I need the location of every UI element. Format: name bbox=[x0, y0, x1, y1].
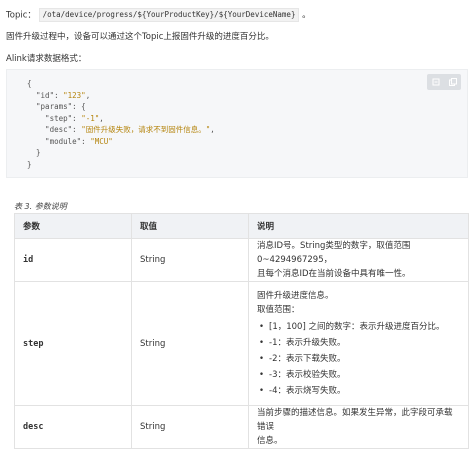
description-line: 且每个消息ID在当前设备中具有唯一性。 bbox=[257, 269, 411, 279]
code-line: "params": { bbox=[27, 101, 215, 113]
value-list: [1，100] 之间的数字：表示升级进度百分比。-1：表示升级失败。-2：表示下… bbox=[257, 319, 460, 399]
format-label: Alink请求数据格式： bbox=[6, 54, 87, 64]
code-punct: , bbox=[99, 113, 104, 123]
code-punct: , bbox=[210, 125, 215, 134]
code-line: "id": "123", bbox=[27, 90, 215, 102]
code-line: } bbox=[27, 147, 215, 159]
table-row: stepString 固件升级进度信息。取值范围： [1，100] 之间的数字：表示… bbox=[14, 281, 469, 406]
list-item: -1：表示升级失败。 bbox=[257, 335, 460, 351]
topic-description: 固件升级过程中，设备可以通过这个Topic上报固件升级的进度百分比。 bbox=[6, 32, 274, 42]
table-header-row: 参数 取值 说明 bbox=[14, 213, 469, 239]
code-text: } bbox=[27, 148, 41, 157]
list-item: [1，100] 之间的数字：表示升级进度百分比。 bbox=[257, 319, 460, 335]
code-string: "MCU" bbox=[90, 136, 113, 146]
param-name: step bbox=[14, 281, 132, 406]
code-actions bbox=[427, 74, 461, 90]
description-line: 当前步骤的描述信息。如果发生异常，此字段可承载错误 bbox=[257, 408, 453, 432]
table-caption: 表 3. 参数说明 bbox=[14, 202, 67, 211]
description-line: 取值范围： bbox=[257, 304, 300, 315]
topic-end: 。 bbox=[302, 10, 311, 21]
code-text: "params": { bbox=[27, 102, 86, 111]
code-string: "123" bbox=[63, 90, 86, 100]
header-param: 参数 bbox=[14, 213, 132, 239]
list-item: -4：表示烧写失败。 bbox=[257, 383, 460, 399]
code-text: "desc": bbox=[27, 125, 82, 134]
param-name: desc bbox=[14, 405, 132, 449]
code-content: { "id": "123", "params": { "step": "-1",… bbox=[27, 78, 215, 170]
topic-label: Topic： bbox=[6, 10, 36, 21]
code-string: "-1" bbox=[81, 113, 100, 123]
code-line: "module": "MCU" bbox=[27, 136, 215, 148]
params-table: 参数 取值 说明 id String 消息ID号。String类型的数字，取值范围0… bbox=[14, 213, 469, 449]
param-name: id bbox=[14, 238, 132, 282]
param-type: String bbox=[131, 405, 249, 449]
code-text: "id": bbox=[27, 90, 64, 100]
param-description: 消息ID号。String类型的数字，取值范围0~4294967295， 且每个消息… bbox=[248, 238, 469, 282]
description-line: 消息ID号。String类型的数字，取值范围0~4294967295， bbox=[257, 241, 411, 265]
code-text: "module": bbox=[27, 136, 91, 146]
list-item: -2：表示下载失败。 bbox=[257, 351, 460, 367]
code-text: } bbox=[27, 159, 32, 169]
description-line: 固件升级进度信息。 bbox=[257, 290, 334, 301]
param-type: String bbox=[131, 238, 249, 282]
code-text: "step": bbox=[27, 113, 82, 123]
list-item: -3：表示校验失败。 bbox=[257, 367, 460, 383]
code-block: { "id": "123", "params": { "step": "-1",… bbox=[6, 69, 468, 178]
table-row: desc String 当前步骤的描述信息。如果发生异常，此字段可承载错误 信息。 bbox=[14, 405, 469, 449]
code-collapse-icon[interactable] bbox=[432, 78, 440, 86]
code-punct: , bbox=[85, 90, 91, 100]
param-type: String bbox=[131, 281, 249, 406]
param-description: 固件升级进度信息。取值范围： [1，100] 之间的数字：表示升级进度百分比。-1… bbox=[248, 281, 469, 406]
code-text: { bbox=[27, 79, 32, 88]
table-row: id String 消息ID号。String类型的数字，取值范围0~42949672… bbox=[14, 238, 469, 282]
param-description: 当前步骤的描述信息。如果发生异常，此字段可承载错误信息。 bbox=[248, 405, 469, 449]
code-line: "desc": "固件升级失败，请求不到固件信息。", bbox=[27, 124, 215, 136]
topic-line: Topic： /ota/device/progress/${YourProduc… bbox=[6, 8, 311, 22]
code-line: } bbox=[27, 159, 215, 171]
code-line: "step": "-1", bbox=[27, 113, 215, 125]
code-string: "固件升级失败，请求不到固件信息。" bbox=[81, 125, 211, 134]
header-desc: 说明 bbox=[248, 213, 469, 239]
code-line: { bbox=[27, 78, 215, 90]
description-line: 信息。 bbox=[257, 436, 283, 446]
copy-icon[interactable] bbox=[448, 78, 457, 86]
topic-path: /ota/device/progress/${YourProductKey}/$… bbox=[38, 8, 300, 22]
header-value: 取值 bbox=[131, 213, 249, 239]
